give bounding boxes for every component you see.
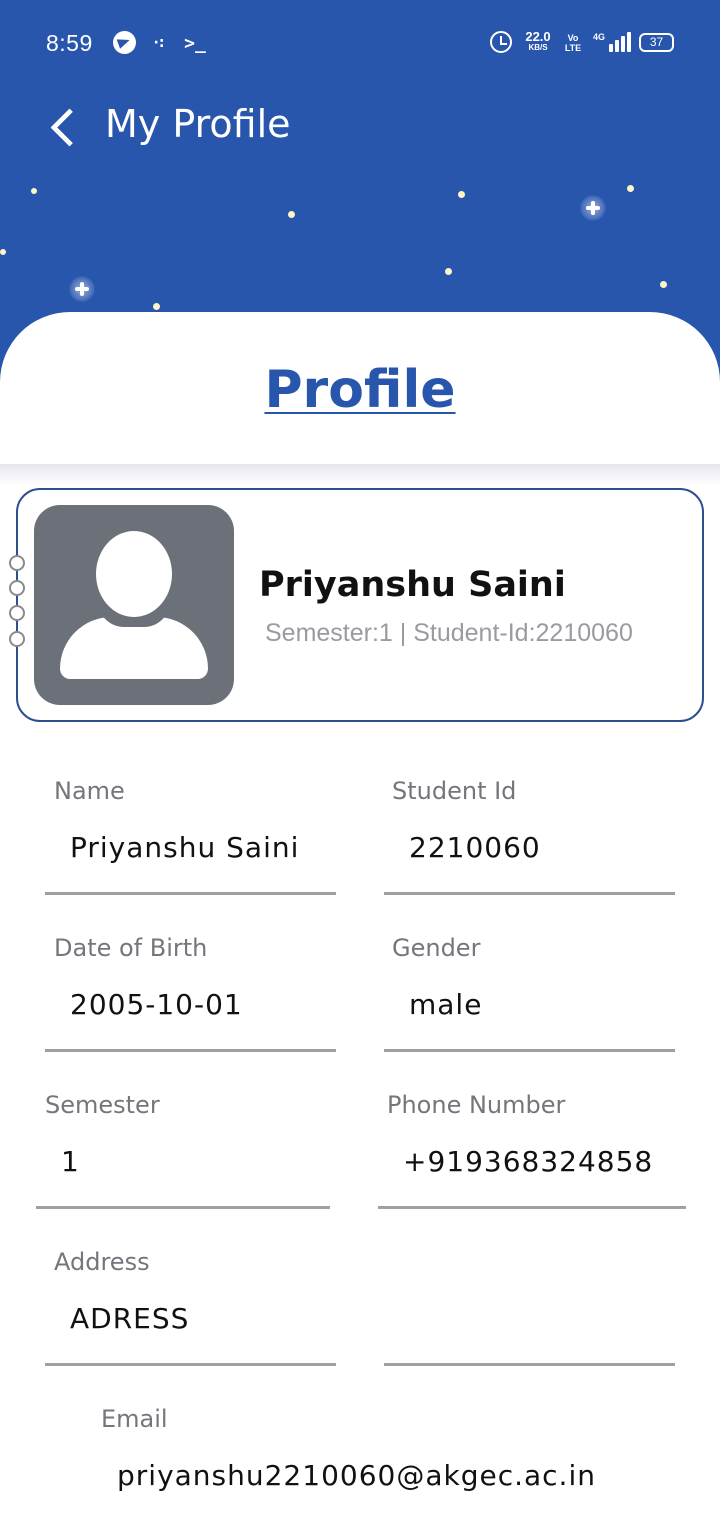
binder-ring	[9, 605, 25, 621]
network-type: 4G	[593, 32, 606, 42]
avatar-head	[96, 531, 172, 617]
net-speed: 22.0 KB/S	[521, 29, 555, 53]
alarm-icon	[490, 31, 512, 53]
binder-ring	[9, 631, 25, 647]
terminal-icon: >_	[184, 32, 206, 54]
gender-field[interactable]: male	[409, 988, 482, 1021]
star-decoration	[31, 188, 37, 194]
signal-bar	[621, 36, 625, 52]
notification-dots-icon: ·:	[153, 35, 165, 51]
profile-heading: Profile	[264, 360, 456, 420]
student-id-label: Student Id	[392, 777, 517, 805]
phone-field[interactable]: +919368324858	[403, 1145, 653, 1178]
telegram-icon	[113, 31, 136, 54]
top-app-bar: My Profile	[0, 88, 720, 168]
signal-bar	[627, 32, 631, 52]
star-decoration	[153, 303, 160, 310]
dob-field[interactable]: 2005-10-01	[70, 988, 243, 1021]
sparkle-decoration	[580, 195, 606, 221]
phone-underline	[378, 1206, 686, 1209]
star-decoration	[660, 281, 667, 288]
page-title: My Profile	[105, 102, 291, 146]
signal-icon: 4G	[593, 30, 631, 54]
star-decoration	[0, 249, 6, 255]
status-time: 8:59	[46, 30, 93, 56]
phone-label: Phone Number	[387, 1091, 566, 1119]
name-field[interactable]: Priyanshu Saini	[70, 831, 299, 864]
sparkle-decoration	[69, 276, 95, 302]
student-id-field[interactable]: 2210060	[409, 831, 541, 864]
semester-underline	[36, 1206, 330, 1209]
binder-ring	[9, 580, 25, 596]
empty-field-underline	[384, 1363, 675, 1366]
dob-underline	[45, 1049, 336, 1052]
star-decoration	[627, 185, 634, 192]
avatar-placeholder-icon[interactable]	[34, 505, 234, 705]
volte-indicator: Vo LTE	[564, 33, 582, 53]
name-label: Name	[54, 777, 125, 805]
gender-label: Gender	[392, 934, 481, 962]
address-label: Address	[54, 1248, 150, 1276]
name-underline	[45, 892, 336, 895]
address-field[interactable]: ADRESS	[70, 1302, 189, 1335]
star-decoration	[445, 268, 452, 275]
semester-label: Semester	[45, 1091, 160, 1119]
card-student-subtitle: Semester:1 | Student-Id:2210060	[265, 619, 633, 647]
status-bar: 8:59 ·: >_ 22.0 KB/S Vo LTE 4G 37	[0, 0, 720, 88]
address-underline	[45, 1363, 336, 1366]
email-label: Email	[101, 1405, 168, 1433]
battery-icon: 37	[639, 33, 674, 52]
star-decoration	[458, 191, 465, 198]
gender-underline	[384, 1049, 675, 1052]
back-arrow-icon[interactable]	[40, 104, 84, 154]
signal-bar	[615, 40, 619, 52]
semester-field[interactable]: 1	[61, 1145, 80, 1178]
binder-ring	[9, 555, 25, 571]
signal-bar	[609, 44, 613, 52]
email-field[interactable]: priyanshu2210060@akgec.ac.in	[117, 1459, 596, 1492]
net-speed-value: 22.0	[525, 29, 551, 44]
card-student-name: Priyanshu Saini	[259, 565, 566, 605]
student-id-underline	[384, 892, 675, 895]
star-decoration	[288, 211, 295, 218]
heading-divider	[0, 464, 720, 486]
dob-label: Date of Birth	[54, 934, 208, 962]
